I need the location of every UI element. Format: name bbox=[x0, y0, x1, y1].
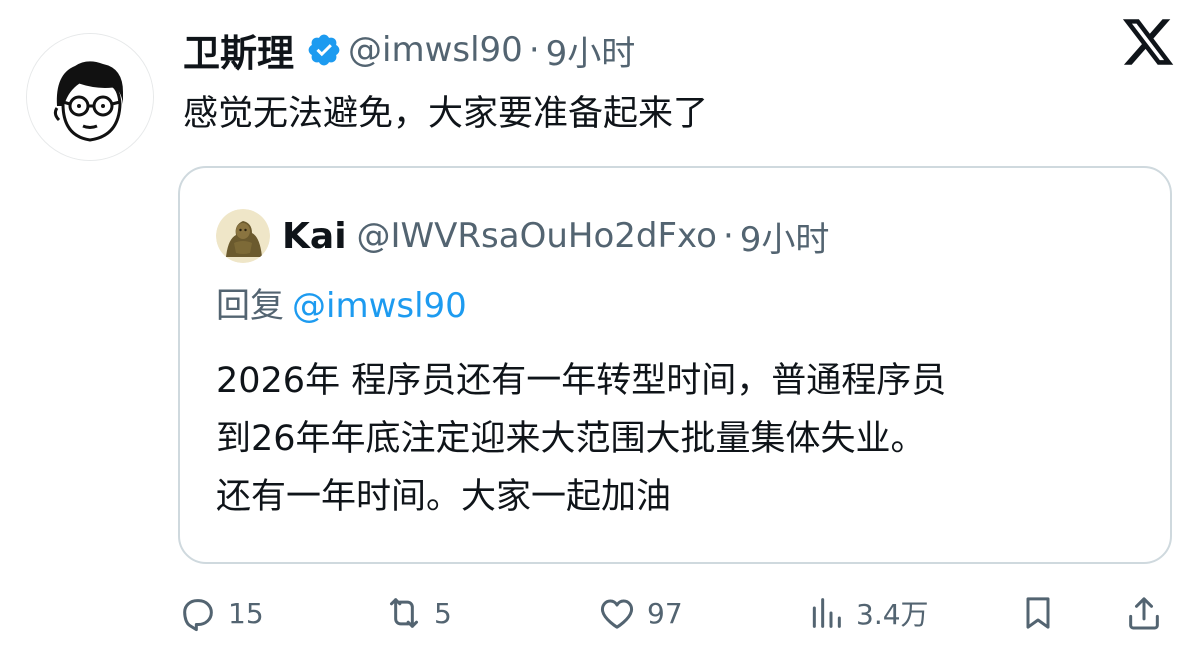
retweet-count: 5 bbox=[434, 596, 452, 630]
share-button[interactable] bbox=[1124, 585, 1164, 641]
quoted-author-handle: @IWVRsaOuHo2dFxo bbox=[356, 216, 717, 256]
like-count: 97 bbox=[647, 596, 683, 630]
reply-button[interactable]: 15 bbox=[178, 585, 264, 641]
quoted-tweet-text: 2026年 程序员还有一年转型时间，普通程序员 到26年年底注定迎来大范围大批量… bbox=[216, 352, 946, 526]
bookmark-icon bbox=[1026, 597, 1050, 629]
quoted-separator-dot: · bbox=[722, 216, 734, 256]
author-name[interactable]: 卫斯理 bbox=[183, 23, 294, 77]
quoted-author-avatar bbox=[216, 209, 270, 263]
share-icon bbox=[1129, 597, 1159, 630]
reply-to-line: 回复 @imwsl90 bbox=[216, 280, 467, 332]
tweet-text: 感觉无法避免，大家要准备起来了 bbox=[183, 94, 709, 134]
reply-mention-link[interactable]: @imwsl90 bbox=[292, 286, 467, 326]
quoted-author-name: Kai bbox=[282, 215, 347, 257]
bookmark-button[interactable] bbox=[1018, 585, 1058, 641]
quoted-text-line: 还有一年时间。大家一起加油 bbox=[216, 477, 672, 517]
quoted-text-line: 到26年年底注定迎来大范围大批量集体失业。 bbox=[216, 419, 926, 459]
reply-label: 回复 bbox=[216, 286, 284, 326]
quoted-tweet-card[interactable]: Kai @IWVRsaOuHo2dFxo · 9小时 回复 @imwsl90 20… bbox=[178, 166, 1172, 564]
author-avatar[interactable] bbox=[26, 33, 154, 161]
tweet-header: 卫斯理 @imwsl90 · 9小时 bbox=[183, 22, 635, 78]
separator-dot: · bbox=[528, 30, 540, 70]
tweet-time[interactable]: 9小时 bbox=[546, 26, 636, 75]
views-icon bbox=[812, 598, 841, 628]
retweet-button[interactable]: 5 bbox=[384, 585, 452, 641]
quoted-tweet-header: Kai @IWVRsaOuHo2dFxo · 9小时 bbox=[216, 208, 829, 264]
quoted-text-line: 2026年 程序员还有一年转型时间，普通程序员 bbox=[216, 361, 947, 401]
verified-badge-icon bbox=[308, 34, 340, 66]
author-handle[interactable]: @imwsl90 bbox=[348, 30, 523, 70]
like-icon bbox=[600, 599, 634, 629]
reply-icon bbox=[183, 599, 213, 632]
retweet-icon bbox=[390, 598, 418, 628]
view-count: 3.4万 bbox=[856, 598, 929, 631]
tweet-action-bar: 15 5 97 3.4万 bbox=[0, 585, 1200, 641]
quoted-tweet-time: 9小时 bbox=[739, 219, 830, 260]
like-button[interactable]: 97 bbox=[597, 585, 683, 641]
x-logo-icon[interactable] bbox=[1120, 14, 1176, 70]
reply-count: 15 bbox=[228, 596, 264, 630]
views-button[interactable]: 3.4万 bbox=[806, 585, 929, 641]
